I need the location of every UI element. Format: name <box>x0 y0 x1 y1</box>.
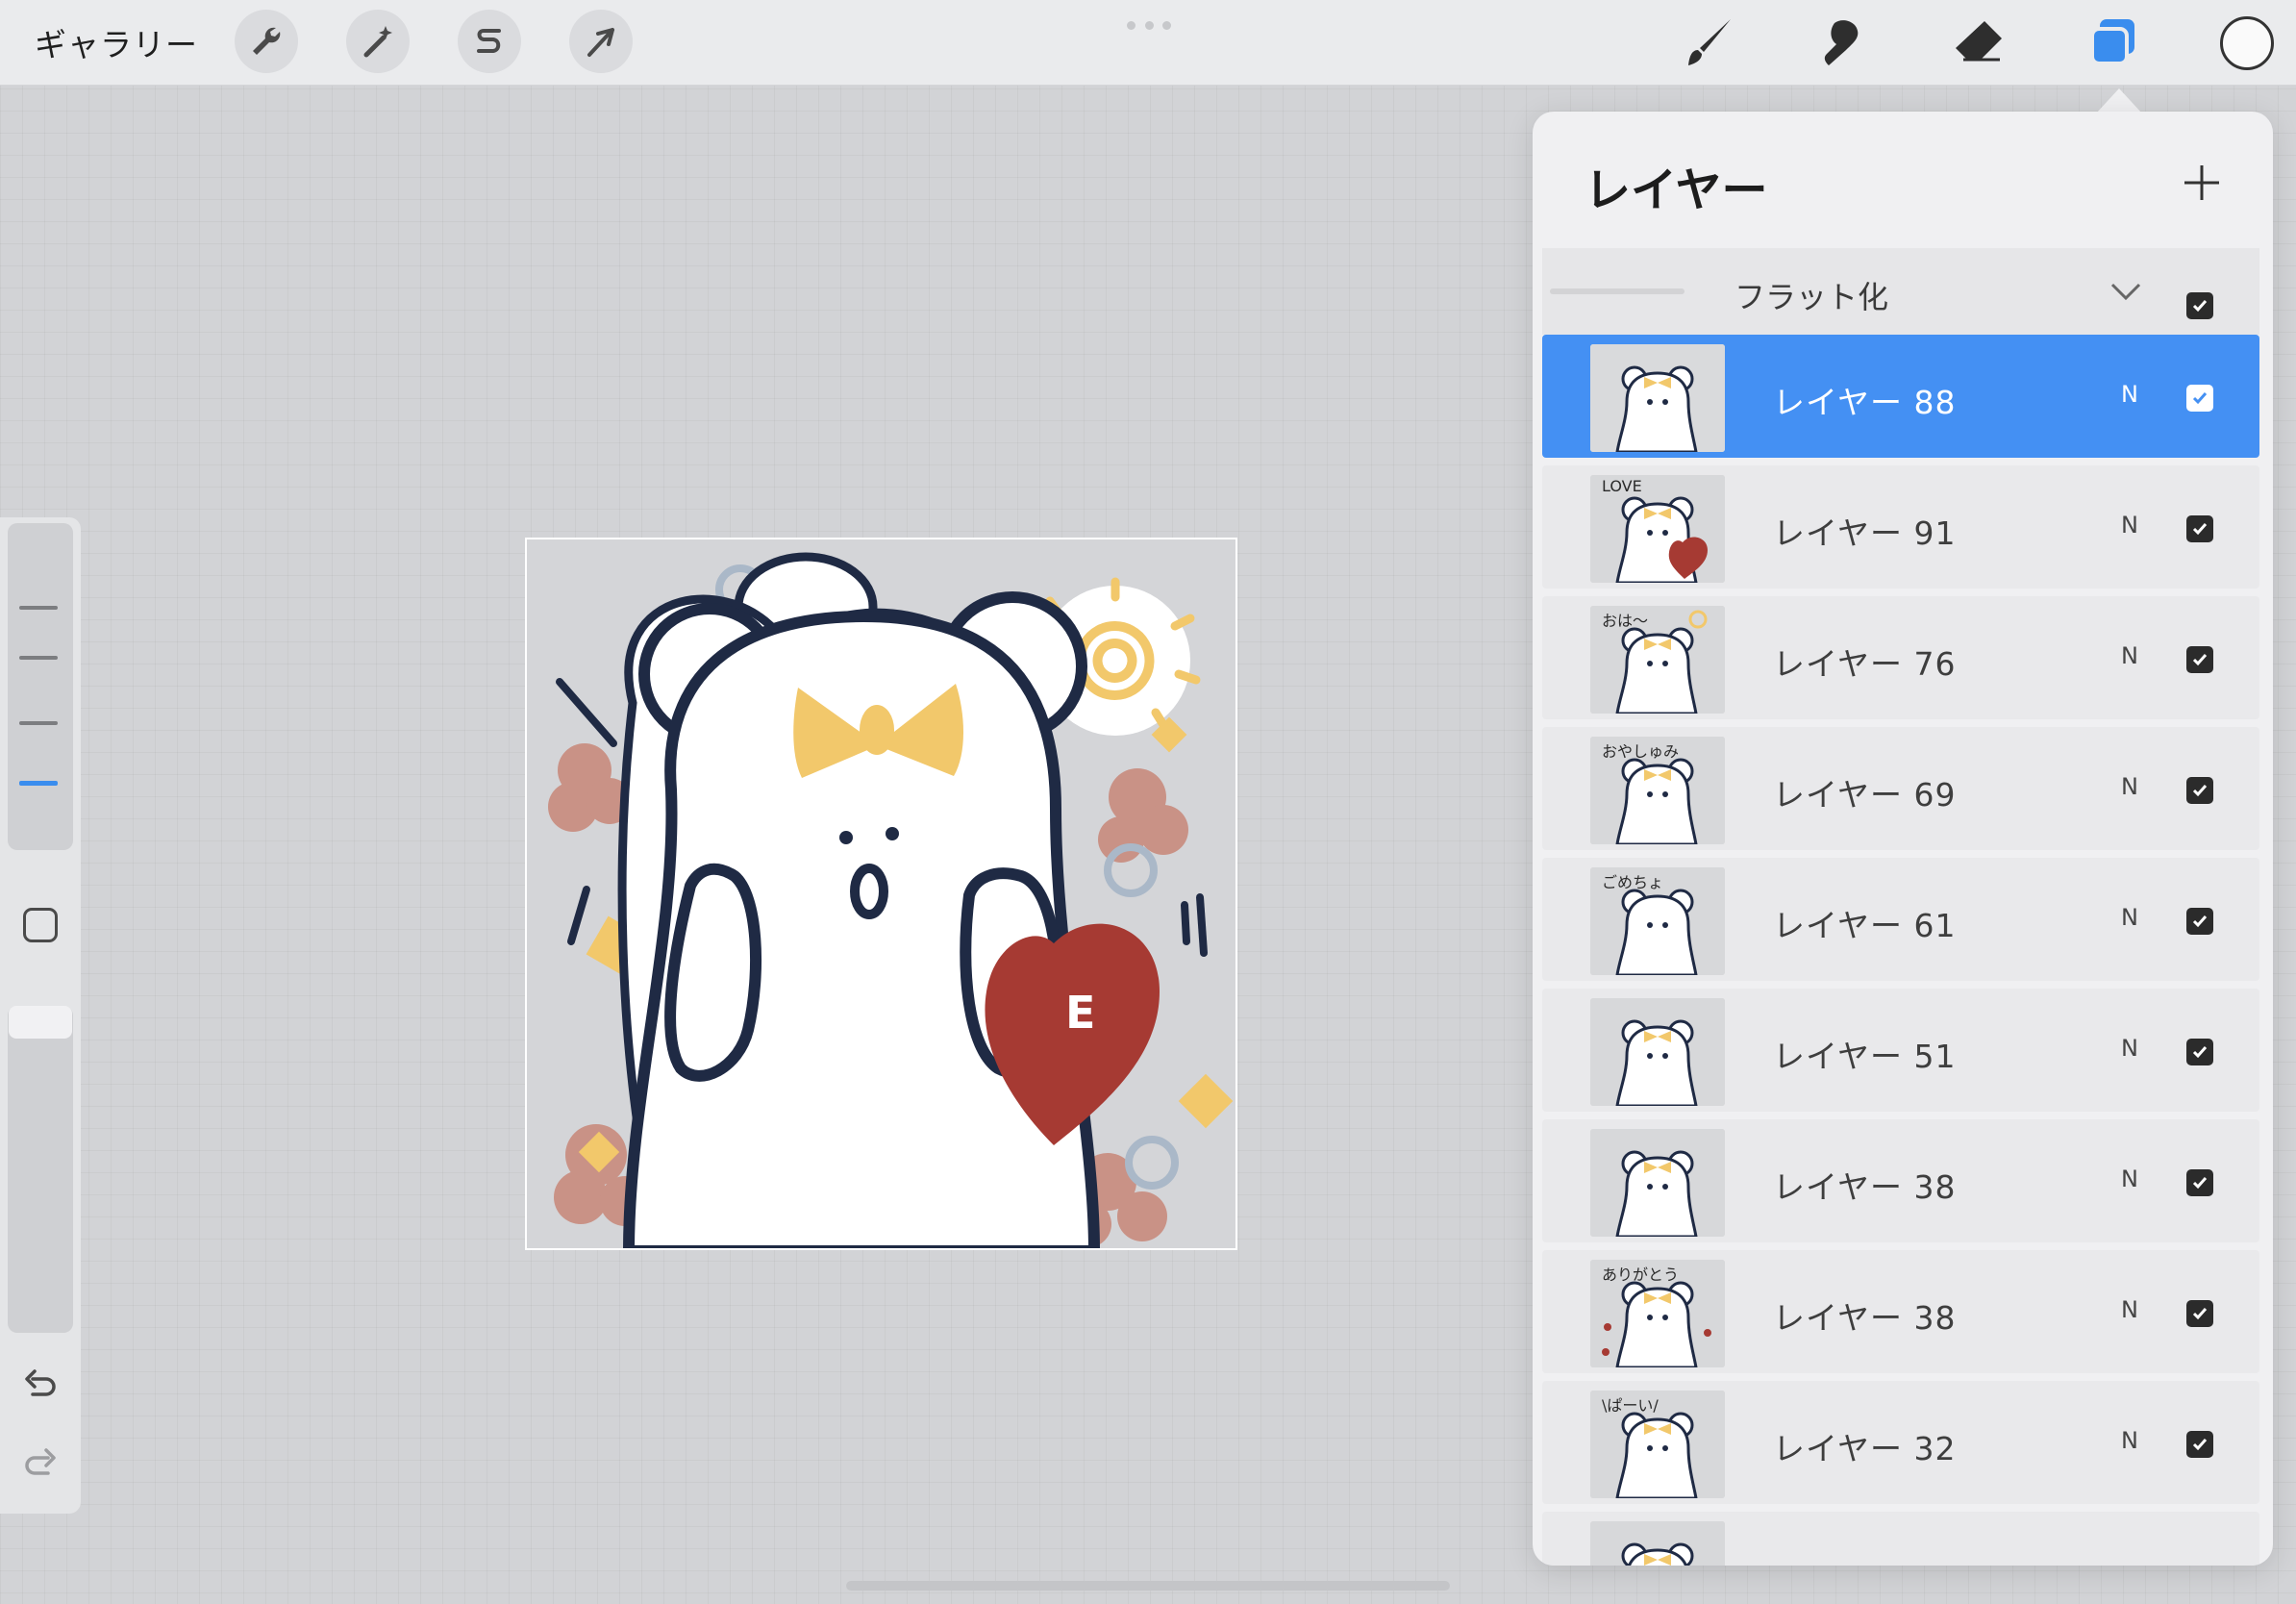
blend-mode-button[interactable]: N <box>2121 512 2138 539</box>
flatten-checkbox[interactable] <box>2186 292 2213 319</box>
layer-thumbnail[interactable]: おは〜 <box>1590 606 1725 714</box>
size-tick-active <box>19 781 58 786</box>
blend-mode-button[interactable]: N <box>2121 1296 2138 1323</box>
panel-title: レイヤー <box>1585 163 1768 217</box>
blend-mode-button[interactable]: N <box>2121 904 2138 931</box>
size-tick <box>19 656 58 660</box>
layer-name: レイヤー 76 <box>1773 645 1957 683</box>
canvas[interactable]: E <box>525 538 1237 1250</box>
visibility-checkbox[interactable] <box>2186 515 2213 542</box>
layer-row[interactable]: レイヤー 51 N <box>1542 989 2259 1112</box>
layer-thumbnail[interactable]: LOVE <box>1590 475 1725 583</box>
brush-icon[interactable] <box>1681 13 1738 71</box>
layer-thumbnail[interactable] <box>1590 1521 1725 1566</box>
size-tick <box>19 721 58 725</box>
layer-row[interactable]: レイヤー 38 N <box>1542 1119 2259 1242</box>
visibility-checkbox[interactable] <box>2186 777 2213 804</box>
blend-mode-button[interactable]: N <box>2121 1035 2138 1062</box>
visibility-checkbox[interactable] <box>2186 1039 2213 1065</box>
layer-row[interactable]: おやしゅみレイヤー 69 N <box>1542 727 2259 850</box>
size-tick <box>19 606 58 610</box>
layer-thumbnail[interactable] <box>1590 344 1725 452</box>
top-toolbar: ギャラリー <box>0 0 2296 86</box>
layer-row[interactable]: ごめちょレイヤー 61 N <box>1542 858 2259 981</box>
blend-mode-button[interactable]: N <box>2121 381 2138 408</box>
layer-thumbnail[interactable]: おやしゅみ <box>1590 737 1725 844</box>
layer-row[interactable]: \ぱーい/レイヤー 32 N <box>1542 1381 2259 1504</box>
layer-thumbnail[interactable] <box>1590 1129 1725 1237</box>
layer-name: レイヤー 88 <box>1773 384 1957 421</box>
thumb-caption: おやしゅみ <box>1602 742 1680 761</box>
flatten-label: フラット化 <box>1734 279 1889 315</box>
flatten-group-row[interactable]: フラット化 <box>1542 248 2259 335</box>
blend-mode-button[interactable]: N <box>2121 1165 2138 1192</box>
visibility-checkbox[interactable] <box>2186 908 2213 935</box>
left-sidebar <box>0 517 81 1514</box>
thumb-caption: おは〜 <box>1602 612 1649 630</box>
layer-name: レイヤー 32 <box>1773 1430 1957 1467</box>
visibility-checkbox[interactable] <box>2186 1169 2213 1196</box>
redo-icon[interactable] <box>19 1442 62 1485</box>
wrench-icon[interactable] <box>235 10 298 73</box>
layer-thumbnail[interactable]: \ぱーい/ <box>1590 1391 1725 1498</box>
layer-name: レイヤー 38 <box>1773 1168 1957 1206</box>
layer-name: レイヤー 51 <box>1773 1038 1957 1075</box>
layer-thumbnail[interactable] <box>1590 998 1725 1106</box>
magic-wand-icon[interactable] <box>346 10 410 73</box>
layer-row[interactable]: レイヤー 88 N <box>1542 335 2259 458</box>
visibility-checkbox[interactable] <box>2186 1431 2213 1458</box>
home-indicator[interactable] <box>846 1581 1450 1591</box>
plus-icon[interactable] <box>2179 160 2225 206</box>
opacity-slider-knob[interactable] <box>9 1006 72 1039</box>
color-well[interactable] <box>2220 16 2274 70</box>
blend-mode-button[interactable]: N <box>2121 642 2138 669</box>
thumb-caption: \ぱーい/ <box>1602 1396 1659 1415</box>
layer-thumbnail[interactable]: ごめちょ <box>1590 867 1725 975</box>
layer-name: レイヤー 91 <box>1773 514 1957 552</box>
gallery-button[interactable]: ギャラリー <box>35 19 198 65</box>
layers-icon[interactable] <box>2084 13 2142 71</box>
layers-panel: レイヤー フラット化 レイヤー 88 N LOVE レイヤー 91 N おは〜 レイヤー 7… <box>1533 112 2273 1566</box>
multitask-grabber[interactable] <box>1127 21 1171 31</box>
blend-mode-button[interactable]: N <box>2121 1427 2138 1454</box>
heart-text: E <box>1065 987 1095 1039</box>
layer-name: レイヤー 38 <box>1773 1299 1957 1337</box>
group-thumbnail-bar <box>1550 288 1685 294</box>
layer-name: レイヤー 61 <box>1773 907 1957 944</box>
opacity-slider[interactable] <box>8 1006 73 1333</box>
layer-thumbnail[interactable]: ありがとう <box>1590 1260 1725 1367</box>
layer-name: レイヤー 69 <box>1773 776 1957 814</box>
smudge-icon[interactable] <box>1815 13 1873 71</box>
thumb-caption: ありがとう <box>1602 1266 1680 1284</box>
layer-row[interactable]: ありがとうレイヤー 38 N <box>1542 1250 2259 1373</box>
layer-row[interactable]: LOVE レイヤー 91 N <box>1542 465 2259 589</box>
blend-mode-button[interactable]: N <box>2121 773 2138 800</box>
selection-s-icon[interactable] <box>458 10 521 73</box>
visibility-checkbox[interactable] <box>2186 646 2213 673</box>
panel-caret <box>2096 88 2142 113</box>
thumb-caption: LOVE <box>1602 477 1642 495</box>
canvas-artwork: E <box>527 539 1235 1248</box>
visibility-checkbox[interactable] <box>2186 1300 2213 1327</box>
layer-row[interactable]: おは〜レイヤー 76 N <box>1542 596 2259 719</box>
undo-icon[interactable] <box>19 1364 62 1406</box>
eraser-icon[interactable] <box>1950 13 2008 71</box>
transform-arrow-icon[interactable] <box>569 10 633 73</box>
brush-size-slider[interactable] <box>8 523 73 850</box>
visibility-checkbox[interactable] <box>2186 385 2213 412</box>
layer-row-partial[interactable] <box>1542 1512 2259 1566</box>
modify-button[interactable] <box>23 908 58 942</box>
chevron-down-icon[interactable] <box>2109 275 2142 312</box>
thumb-caption: ごめちょ <box>1602 873 1664 891</box>
